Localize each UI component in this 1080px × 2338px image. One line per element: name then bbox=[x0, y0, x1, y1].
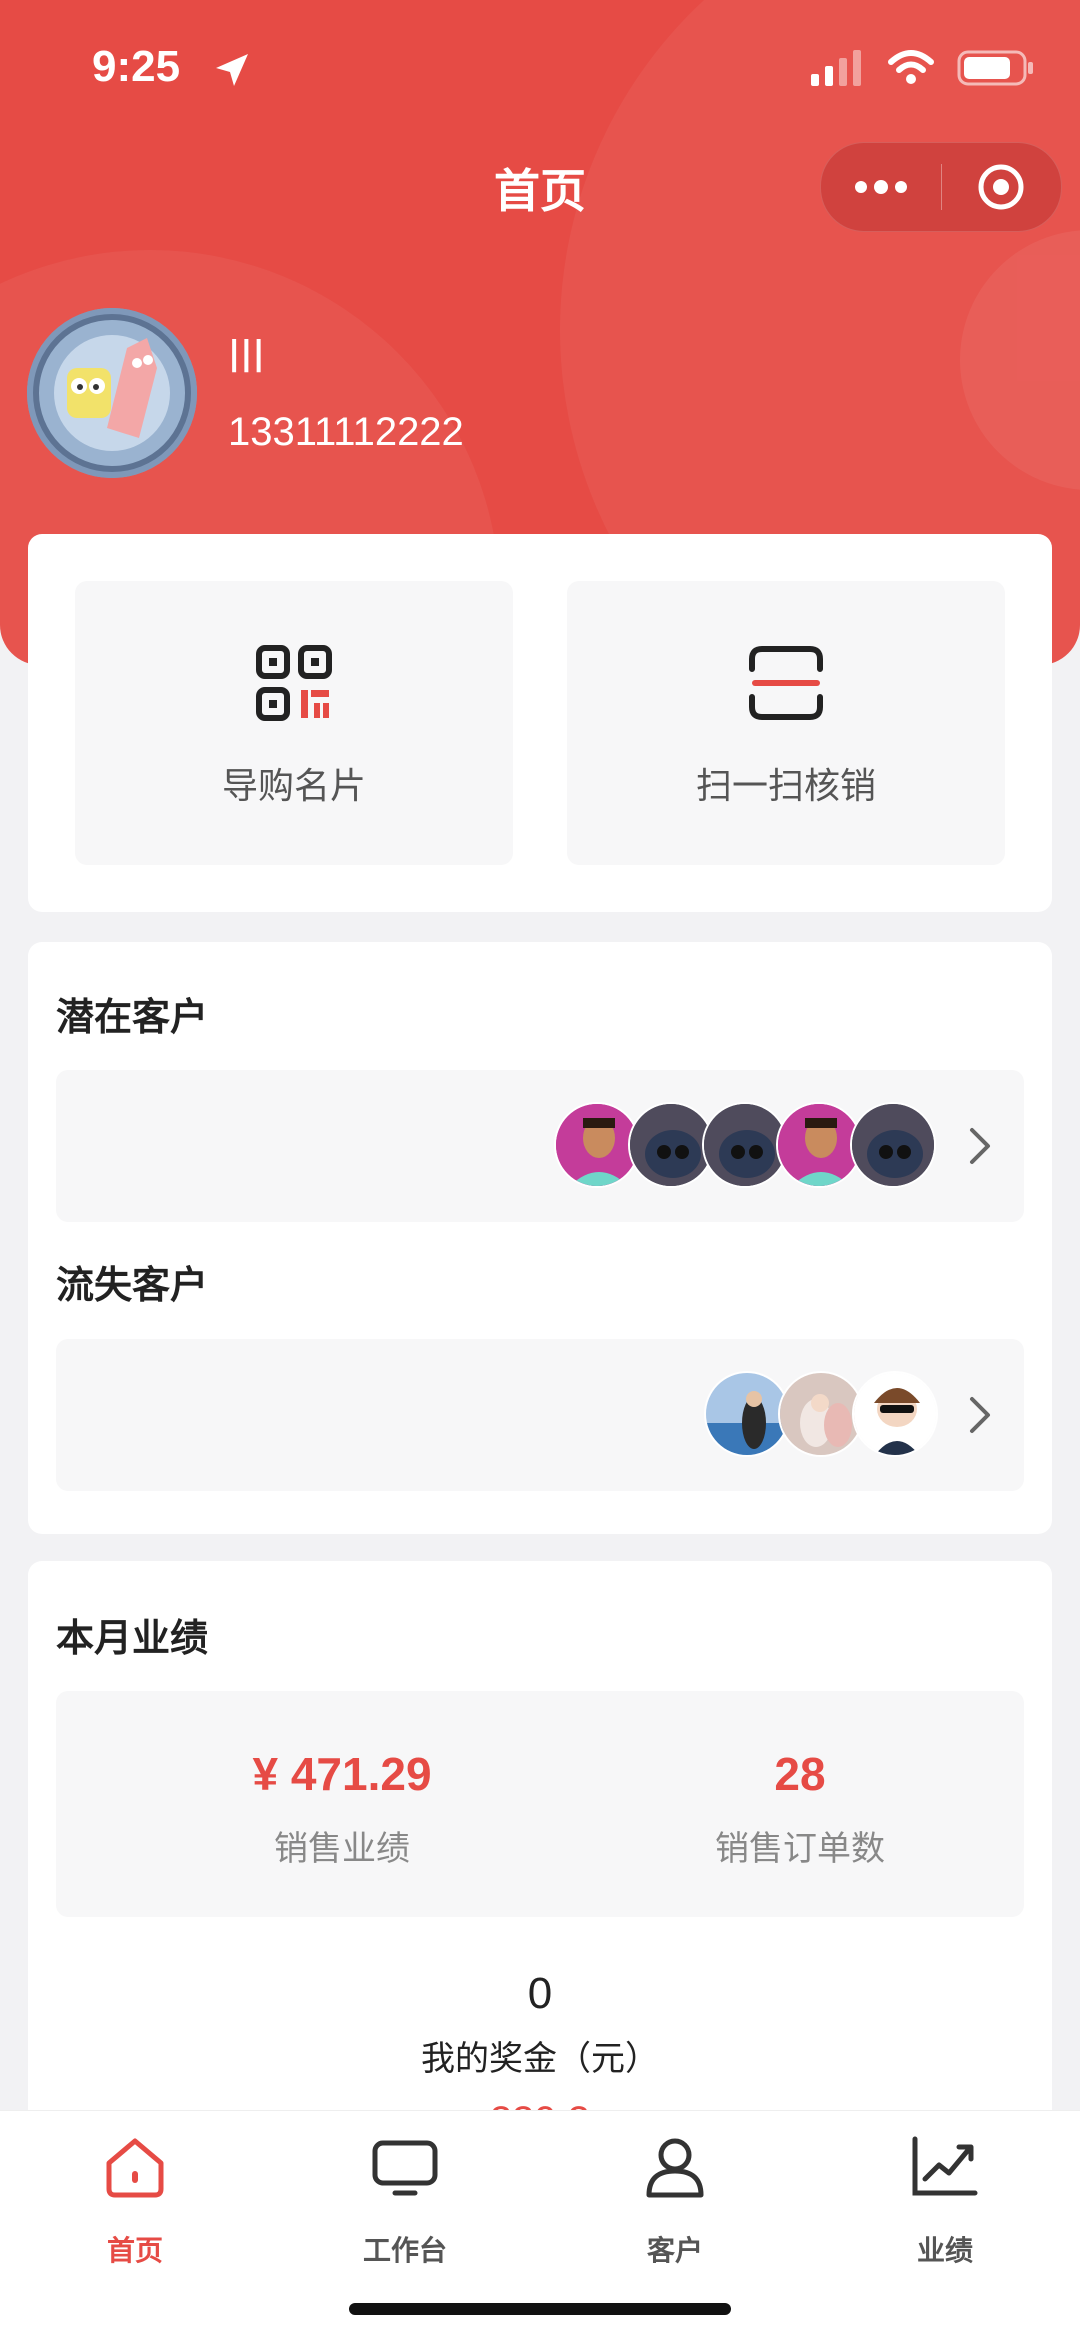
status-time: 9:25 bbox=[92, 42, 181, 91]
guide-card-button[interactable]: 导购名片 bbox=[75, 581, 513, 865]
avatar-image bbox=[27, 308, 197, 478]
customer-avatar bbox=[852, 1371, 938, 1457]
qr-code-icon bbox=[256, 645, 332, 721]
lost-customers-title: 流失客户 bbox=[56, 1263, 209, 1307]
performance-card: 本月业绩 ¥ 471.29 销售业绩 28 销售订单数 0 我的奖金（元） 33… bbox=[28, 1561, 1052, 2161]
target-icon bbox=[978, 164, 1024, 210]
customers-card: 潜在客户 流失客户 bbox=[28, 942, 1052, 1534]
user-name: lll bbox=[228, 332, 265, 383]
bonus-value: 0 bbox=[527, 1969, 553, 2018]
miniprogram-capsule bbox=[820, 142, 1062, 232]
more-button[interactable] bbox=[821, 143, 941, 231]
avatar-stack bbox=[554, 1102, 936, 1190]
home-indicator bbox=[349, 2303, 731, 2315]
avatar[interactable] bbox=[27, 308, 197, 478]
sales-amount-label: 销售业绩 bbox=[274, 1829, 410, 1869]
wifi-icon bbox=[888, 50, 934, 84]
more-dots-icon bbox=[854, 180, 907, 194]
tab-home[interactable]: 首页 bbox=[0, 2121, 270, 2267]
tab-customers-label: 客户 bbox=[646, 2234, 703, 2267]
potential-customers-title: 潜在客户 bbox=[56, 995, 209, 1039]
user-phone: 13311112222 bbox=[228, 410, 464, 454]
guide-card-label: 导购名片 bbox=[221, 766, 366, 807]
person-icon bbox=[646, 2138, 704, 2198]
scan-verify-label: 扫一扫核销 bbox=[695, 766, 876, 807]
chevron-right-icon bbox=[970, 1128, 990, 1164]
avatar-stack bbox=[704, 1371, 938, 1459]
chevron-right-icon bbox=[970, 1397, 990, 1433]
quick-actions-card: 导购名片 扫一扫核销 bbox=[28, 534, 1052, 912]
scan-icon bbox=[749, 646, 823, 720]
home-icon bbox=[106, 2138, 164, 2198]
sales-amount: ¥ 471.29 bbox=[252, 1748, 432, 1800]
tab-performance[interactable]: 业绩 bbox=[810, 2121, 1080, 2267]
bonus-label: 我的奖金（元） bbox=[421, 2039, 659, 2079]
customer-avatar bbox=[850, 1102, 936, 1188]
tab-workbench-label: 工作台 bbox=[362, 2234, 447, 2267]
tab-customers[interactable]: 客户 bbox=[540, 2121, 810, 2267]
signal-icon bbox=[811, 50, 861, 86]
order-count-label: 销售订单数 bbox=[715, 1829, 885, 1869]
performance-title: 本月业绩 bbox=[56, 1616, 209, 1660]
monitor-icon bbox=[372, 2140, 438, 2196]
lost-customers-row[interactable] bbox=[56, 1339, 1024, 1491]
performance-summary: ¥ 471.29 销售业绩 28 销售订单数 bbox=[56, 1691, 1024, 1917]
tab-workbench[interactable]: 工作台 bbox=[270, 2121, 540, 2267]
status-indicators bbox=[809, 50, 1035, 86]
close-miniprogram-button[interactable] bbox=[942, 143, 1062, 231]
chart-icon bbox=[912, 2136, 978, 2196]
tab-performance-label: 业绩 bbox=[916, 2234, 973, 2267]
tab-home-label: 首页 bbox=[106, 2234, 163, 2267]
potential-customers-row[interactable] bbox=[56, 1070, 1024, 1222]
scan-verify-button[interactable]: 扫一扫核销 bbox=[567, 581, 1005, 865]
location-arrow-icon bbox=[216, 54, 248, 86]
order-count: 28 bbox=[774, 1748, 826, 1800]
battery-icon bbox=[957, 50, 1033, 86]
